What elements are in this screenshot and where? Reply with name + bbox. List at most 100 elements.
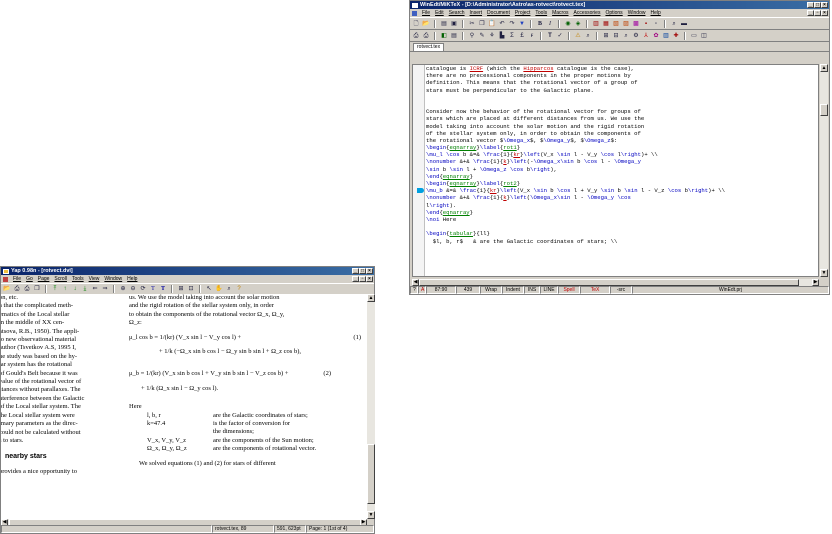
menu-options[interactable]: Options <box>605 10 622 16</box>
macro-icon[interactable]: ✚ <box>672 32 680 40</box>
status-spell[interactable]: Spell <box>558 286 580 294</box>
symbol-icon[interactable]: ⚘ <box>488 32 496 40</box>
copy-icon[interactable]: ❐ <box>33 285 41 293</box>
menu-window[interactable]: Window <box>104 276 122 282</box>
status-wrap[interactable]: Wrap <box>480 286 502 294</box>
dvi-page-view[interactable]: on, etc.a that the complicated meth-emat… <box>1 294 367 519</box>
pdftex-icon[interactable]: ▧ <box>612 20 620 28</box>
project-icon[interactable]: ◧ <box>440 32 448 40</box>
formula-icon[interactable]: £ <box>518 32 526 40</box>
code-text[interactable]: catalogue is ICRF (which the Hipparcos c… <box>417 65 818 245</box>
font-icon[interactable]: ꜰ <box>528 32 536 40</box>
menu-file[interactable]: File <box>13 276 21 282</box>
arrow-tool-icon[interactable]: ↖ <box>205 285 213 293</box>
chart-icon[interactable]: ▥ <box>662 32 670 40</box>
scroll-up-button[interactable]: ▲ <box>820 64 828 72</box>
menu-tools[interactable]: Tools <box>535 10 547 16</box>
bookmark-icon[interactable]: ▙ <box>498 32 506 40</box>
latex-compile-icon[interactable]: ◈ <box>574 20 582 28</box>
maximize-button[interactable]: □ <box>359 268 366 274</box>
zoom-out-icon[interactable]: ⊖ <box>129 285 137 293</box>
scroll-thumb[interactable] <box>820 104 828 116</box>
yap-preview-icon[interactable]: ▪ <box>642 20 650 28</box>
settings-icon[interactable]: ⚙ <box>632 32 640 40</box>
status-tex[interactable]: TeX <box>580 286 610 294</box>
print-preview-icon[interactable]: ⎙ <box>23 285 31 293</box>
filter-icon[interactable]: ▼ <box>518 20 526 28</box>
doc-minimize-button[interactable]: _ <box>807 10 814 16</box>
scroll-thumb[interactable] <box>367 444 375 504</box>
makeindex-icon[interactable]: ▦ <box>602 20 610 28</box>
magnifier-icon[interactable]: ⌕ <box>225 285 233 293</box>
menu-document[interactable]: Document <box>487 10 510 16</box>
minimize-button[interactable]: _ <box>352 268 359 274</box>
prev-page-icon[interactable]: ↑ <box>61 285 69 293</box>
print-icon[interactable]: ⎙ <box>13 285 21 293</box>
scroll-down-button[interactable]: ▼ <box>367 511 375 519</box>
yap-titlebar[interactable]: Yap 0.98n - [rotvect.dvi] _ □ × <box>1 267 374 275</box>
paste-icon[interactable]: 📋 <box>488 20 496 28</box>
open-list-icon[interactable]: ▤ <box>440 20 448 28</box>
document-icon[interactable] <box>3 276 8 282</box>
menu-edit[interactable]: Edit <box>435 10 444 16</box>
status-src[interactable]: -src <box>610 286 632 294</box>
find-icon[interactable]: ⌕ <box>584 32 592 40</box>
tree-icon[interactable]: ▤ <box>450 32 458 40</box>
tex-compile-icon[interactable]: ◉ <box>564 20 572 28</box>
doc-close-button[interactable]: × <box>821 10 828 16</box>
h-scroll-thumb[interactable] <box>419 279 799 286</box>
document-icon[interactable] <box>412 10 417 16</box>
menu-view[interactable]: View <box>89 276 100 282</box>
menu-search[interactable]: Search <box>449 10 465 16</box>
menu-project[interactable]: Project <box>515 10 531 16</box>
scroll-right-button[interactable]: ▶ <box>812 279 819 286</box>
editor-vertical-scrollbar[interactable]: ▲ ▼ <box>820 64 828 277</box>
menu-insert[interactable]: Insert <box>470 10 483 16</box>
fit-width-icon[interactable]: ⊞ <box>177 285 185 293</box>
color-icon[interactable]: ✿ <box>652 32 660 40</box>
back-icon[interactable]: ⇐ <box>91 285 99 293</box>
copy-icon[interactable]: ❐ <box>478 20 486 28</box>
yap-vertical-scrollbar[interactable]: ▲ ▼ <box>367 294 375 519</box>
bibtex-icon[interactable]: ▥ <box>592 20 600 28</box>
menu-page[interactable]: Page <box>38 276 50 282</box>
menu-accessories[interactable]: Accessories <box>574 10 601 16</box>
collect-icon[interactable]: ⊟ <box>612 32 620 40</box>
undo-icon[interactable]: ↶ <box>498 20 506 28</box>
split-icon[interactable]: ◫ <box>700 32 708 40</box>
last-page-icon[interactable]: ⤓ <box>81 285 89 293</box>
menu-help[interactable]: Help <box>650 10 660 16</box>
refresh-icon[interactable]: ⟳ <box>139 285 147 293</box>
menu-file[interactable]: File <box>422 10 430 16</box>
editor-horizontal-scrollbar[interactable]: ◀ ▶ <box>412 279 819 286</box>
next-page-icon[interactable]: ↓ <box>71 285 79 293</box>
help-icon[interactable]: ? <box>235 285 243 293</box>
pdf-icon[interactable]: ⅄ <box>642 32 650 40</box>
doc-close-button[interactable]: × <box>366 276 373 282</box>
hand-tool-icon[interactable]: ✋ <box>215 285 223 293</box>
font-smaller-icon[interactable]: T <box>149 285 157 293</box>
status-ins[interactable]: INS <box>524 286 540 294</box>
menu-scroll[interactable]: Scroll <box>54 276 67 282</box>
bold-icon[interactable]: B <box>536 20 544 28</box>
menu-help[interactable]: Help <box>127 276 137 282</box>
print-setup-icon[interactable]: ⎙ <box>422 32 430 40</box>
tab-rotvect[interactable]: rotvect.tex <box>413 43 445 51</box>
ps-preview-icon[interactable]: ▫ <box>652 20 660 28</box>
binoculars-icon[interactable]: ⚲ <box>468 32 476 40</box>
cut-icon[interactable]: ✂ <box>468 20 476 28</box>
maximize-button[interactable]: □ <box>814 2 821 8</box>
search-icon[interactable]: ⌕ <box>670 20 678 28</box>
scroll-down-button[interactable]: ▼ <box>820 269 828 277</box>
ps2pdf-icon[interactable]: ▩ <box>632 20 640 28</box>
dvips-icon[interactable]: ▨ <box>622 20 630 28</box>
italic-icon[interactable]: I <box>546 20 554 28</box>
gather-icon[interactable]: ⊞ <box>602 32 610 40</box>
print-icon[interactable]: ⎙ <box>412 32 420 40</box>
insert-tab-icon[interactable]: T <box>546 32 554 40</box>
menu-go[interactable]: Go <box>26 276 33 282</box>
doc-restore-button[interactable]: ▫ <box>359 276 366 282</box>
doc-restore-button[interactable]: ▫ <box>814 10 821 16</box>
scroll-left-button[interactable]: ◀ <box>412 279 419 286</box>
window-icon[interactable]: ▭ <box>690 32 698 40</box>
